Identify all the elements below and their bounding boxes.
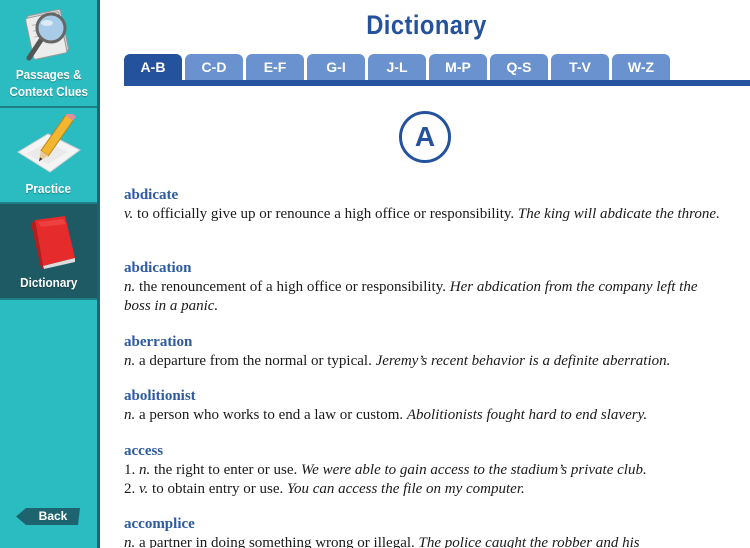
dictionary-entry: accomplice n. a partner in doing somethi…	[124, 515, 724, 548]
entry-term: abdication	[124, 260, 192, 276]
magnifier-on-papers-icon	[24, 9, 69, 61]
entry-term: access	[124, 443, 164, 459]
example-sentence: We were able to gain access to the stadi…	[301, 462, 647, 478]
sidebar-item-passages-context-clues[interactable]: Passages & Context Clues	[0, 0, 97, 108]
pencil-on-paper-icon	[16, 114, 81, 173]
tab-q-s[interactable]: Q-S	[490, 54, 548, 81]
dictionary-entry: aberration n. a departure from the norma…	[124, 333, 724, 371]
label-line-2: Context Clues	[9, 84, 88, 99]
part-of-speech: v.	[124, 206, 134, 222]
tab-c-d[interactable]: C-D	[185, 54, 243, 81]
entry-definition: v. to officially give up or renounce a h…	[124, 206, 720, 222]
dictionary-entry: abolitionist n. a person who works to en…	[124, 387, 724, 425]
back-button[interactable]: Back	[16, 508, 80, 525]
sidebar-item-label: Dictionary	[19, 275, 78, 290]
sidebar-item-practice[interactable]: Practice	[0, 108, 97, 204]
sidebar: Passages & Context Clues Practice Dictio…	[0, 0, 100, 548]
red-book-icon	[30, 216, 75, 269]
part-of-speech: n.	[124, 279, 136, 295]
section-letter-badge: A	[399, 111, 451, 163]
dictionary-entry: abdication n. the renouncement of a high…	[124, 259, 724, 316]
entry-definition: n. a departure from the normal or typica…	[124, 353, 671, 369]
entry-definition: 2. v. to obtain entry or use. You can ac…	[124, 481, 525, 497]
tab-e-f[interactable]: E-F	[246, 54, 304, 81]
part-of-speech: n.	[139, 462, 151, 478]
dictionary-entry: access 1. n. the right to enter or use. …	[124, 442, 724, 499]
sidebar-item-label: Passages & Context Clues	[9, 66, 88, 100]
entry-definition: 1. n. the right to enter or use. We were…	[124, 462, 647, 478]
sidebar-item-label: Practice	[25, 181, 72, 196]
entry-term: aberration	[124, 334, 193, 350]
tab-w-z[interactable]: W-Z	[612, 54, 670, 81]
tab-t-v[interactable]: T-V	[551, 54, 609, 81]
dictionary-entry: abdicate v. to officially give up or ren…	[124, 186, 724, 224]
page-title: Dictionary	[366, 10, 487, 40]
entry-definition: n. a partner in doing something wrong or…	[124, 534, 724, 548]
example-sentence: You can access the file on my computer.	[287, 481, 525, 497]
part-of-speech: n.	[124, 353, 136, 369]
back-label: Back	[38, 509, 68, 523]
tab-a-b[interactable]: A-B	[124, 54, 182, 81]
example-sentence: The king will abdicate the throne.	[517, 206, 720, 222]
entry-term: abdicate	[124, 187, 179, 203]
entry-definition: n. the renouncement of a high office or …	[124, 279, 698, 314]
example-sentence: Jeremy’s recent behavior is a definite a…	[375, 353, 671, 369]
example-sentence: Abolitionists fought hard to end slavery…	[406, 407, 648, 423]
letter-tabs: A-B C-D E-F G-I J-L M-P Q-S T-V W-Z	[124, 54, 670, 81]
tab-g-i[interactable]: G-I	[307, 54, 365, 81]
entry-term: accomplice	[124, 516, 195, 532]
entry-definition: n. a person who works to end a law or cu…	[124, 407, 648, 423]
label-line-1: Passages &	[15, 67, 82, 82]
part-of-speech: n.	[124, 407, 136, 423]
part-of-speech: n.	[124, 535, 136, 548]
part-of-speech: v.	[139, 481, 149, 497]
example-sentence: The police caught the robber and his	[418, 535, 640, 548]
tab-j-l[interactable]: J-L	[368, 54, 426, 81]
sidebar-item-dictionary[interactable]: Dictionary	[0, 204, 97, 300]
tab-underline	[124, 80, 750, 86]
tab-m-p[interactable]: M-P	[429, 54, 487, 81]
main-content: Dictionary A-B C-D E-F G-I J-L M-P Q-S T…	[103, 0, 750, 548]
entry-term: abolitionist	[124, 388, 196, 404]
